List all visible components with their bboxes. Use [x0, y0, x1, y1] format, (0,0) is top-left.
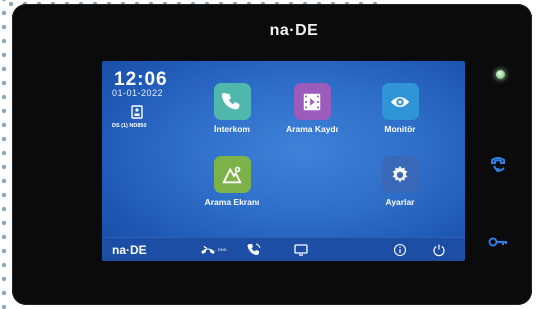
intercom-device: na·DE 12:06 01-01-2022 DS (1) ND850 İnte…: [12, 4, 532, 305]
app-call-log[interactable]: Arama Kaydı: [277, 83, 347, 134]
indicator-led: [496, 70, 505, 79]
info-icon[interactable]: [393, 243, 407, 257]
monitor-small-icon[interactable]: [294, 243, 308, 257]
app-call-log-label: Arama Kaydı: [286, 124, 338, 134]
date: 01-01-2022: [112, 88, 164, 98]
app-monitor[interactable]: Monitör: [365, 83, 435, 134]
taskbar-brand-logo: na·DE: [112, 243, 147, 257]
call-icon[interactable]: [247, 243, 261, 257]
app-settings-label: Ayarlar: [385, 197, 415, 207]
app-call-screen[interactable]: Arama Ekranı: [197, 156, 267, 207]
app-settings[interactable]: Ayarlar: [365, 156, 435, 207]
app-intercom[interactable]: İnterkom: [197, 83, 267, 134]
unlock-handset-icon[interactable]: [488, 156, 508, 176]
touch-screen: 12:06 01-01-2022 DS (1) ND850 İnterkom A…: [102, 61, 465, 261]
app-call-screen-label: Arama Ekranı: [204, 197, 260, 207]
film-icon: [293, 83, 331, 120]
dnd-label: DND: [218, 247, 227, 252]
power-icon[interactable]: [432, 243, 446, 257]
eye-icon: [381, 83, 419, 120]
dotted-border-left: [0, 0, 8, 309]
dnd-phone-icon[interactable]: [200, 243, 216, 257]
phone-icon: [213, 83, 251, 120]
picture-icon: [213, 156, 251, 193]
app-intercom-label: İnterkom: [214, 124, 250, 134]
app-monitor-label: Monitör: [384, 124, 416, 134]
device-brand-logo: na·DE: [269, 22, 319, 39]
door-station-icon: [131, 105, 143, 119]
key-icon[interactable]: [488, 232, 508, 252]
device-label: DS (1) ND850: [112, 123, 147, 129]
taskbar: na·DE DND: [102, 237, 465, 261]
gear-icon: [381, 156, 419, 193]
